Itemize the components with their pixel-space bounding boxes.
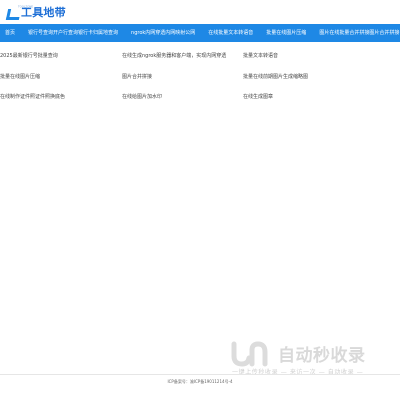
tool-link-image-merge[interactable]: 图片合并拼接 [122,73,152,80]
watermark-title: 自动秒收录 [278,346,366,366]
nav-item-ngrok[interactable]: ngrok内网穿透内网映射公网 [131,24,195,42]
icp-license-text[interactable]: ICP备案号：渝ICP备19011214号-4 [0,379,400,385]
tool-link-ngrok-generator[interactable]: 在线生成ngrok服务器和客户端，实现内网穿透 [122,52,226,59]
site-footer: ICP备案号：渝ICP备19011214号-4 [0,374,400,384]
logo-subtext: TOOLZONE [18,5,34,9]
nav-item-image-merge[interactable]: 图片在线批量合并拼接图片合并拼接 [319,24,399,42]
watermark-logo-icon [231,341,268,367]
tool-link-id-photo[interactable]: 在线制作证件照证件照换底色 [0,93,65,100]
nav-item-bank-lookup[interactable]: 银行号查询开户行查询银行卡归属地查询 [28,24,118,42]
tool-link-seal-generator[interactable]: 在线生成图章 [243,93,273,100]
site-logo[interactable]: TOOLZONE 工具地带 [6,4,66,20]
tool-link-image-compress[interactable]: 批量在线图片压缩 [0,73,40,80]
site-header: TOOLZONE 工具地带 [0,0,400,24]
nav-item-tts[interactable]: 在线批量文本转语音 [208,24,253,42]
logo-icon: TOOLZONE [6,5,33,19]
tool-link-watermark[interactable]: 在线给图片加水印 [122,93,162,100]
tool-link-bank-batch-query[interactable]: 2025最新银行号批量查询 [0,52,58,59]
nav-item-home[interactable]: 首页 [5,24,15,42]
tool-link-thumbnail-generator[interactable]: 批量在线前期图片生成缩略图 [243,73,308,80]
tool-link-batch-tts[interactable]: 批量文本转语音 [243,52,278,59]
nav-item-image-compress[interactable]: 批量在线图片压缩 [266,24,306,42]
main-nav: 首页 银行号查询开户行查询银行卡归属地查询 ngrok内网穿透内网映射公网 在线… [0,24,400,42]
